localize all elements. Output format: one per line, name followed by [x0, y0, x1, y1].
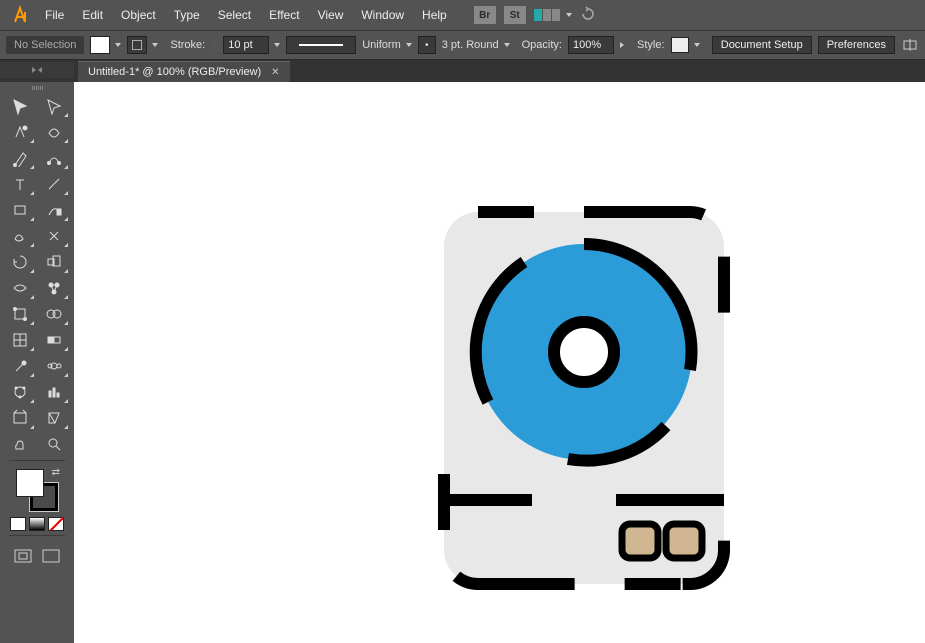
- rectangle-tool[interactable]: [5, 198, 35, 222]
- blend-tool[interactable]: [39, 354, 69, 378]
- menu-object[interactable]: Object: [112, 4, 165, 26]
- pen-tool[interactable]: [5, 146, 35, 170]
- stock-icon[interactable]: St: [504, 6, 526, 24]
- stroke-swatch[interactable]: [127, 36, 158, 54]
- shaper-tool[interactable]: [5, 224, 35, 248]
- menu-help[interactable]: Help: [413, 4, 456, 26]
- column-graph-tool[interactable]: [39, 380, 69, 404]
- style-label: Style:: [637, 39, 665, 51]
- gpu-performance-icon[interactable]: [580, 6, 596, 25]
- arrange-documents-button[interactable]: [534, 9, 572, 21]
- color-mode-gradient[interactable]: [29, 517, 45, 531]
- preferences-button[interactable]: Preferences: [818, 36, 895, 54]
- shape-builder-tool[interactable]: [39, 302, 69, 326]
- scale-tool[interactable]: [39, 250, 69, 274]
- screen-mode-button[interactable]: [40, 548, 62, 564]
- document-tab-bar: Untitled-1* @ 100% (RGB/Preview) ✕: [0, 60, 925, 82]
- fill-swatch[interactable]: [90, 36, 121, 54]
- direct-selection-tool[interactable]: [39, 94, 69, 118]
- magic-wand-tool[interactable]: [5, 120, 35, 144]
- menu-edit[interactable]: Edit: [73, 4, 112, 26]
- selection-tool[interactable]: [5, 94, 35, 118]
- hand-tool[interactable]: [5, 432, 35, 456]
- brush-definition[interactable]: 3 pt. Round: [418, 36, 510, 54]
- lasso-tool[interactable]: [39, 120, 69, 144]
- mesh-tool[interactable]: [5, 328, 35, 352]
- tools-collapse-handle[interactable]: [0, 62, 74, 78]
- variable-width-profile[interactable]: Uniform: [286, 36, 412, 54]
- draw-mode-button[interactable]: [12, 548, 34, 564]
- menu-type[interactable]: Type: [165, 4, 209, 26]
- artboard-tool[interactable]: [5, 406, 35, 430]
- stroke-label: Stroke:: [170, 39, 205, 51]
- document-tab-title: Untitled-1* @ 100% (RGB/Preview): [88, 66, 261, 78]
- document-setup-button[interactable]: Document Setup: [712, 36, 812, 54]
- bridge-icon[interactable]: Br: [474, 6, 496, 24]
- eyedropper-tool[interactable]: [5, 354, 35, 378]
- close-icon[interactable]: ✕: [271, 67, 279, 78]
- width-tool[interactable]: [5, 276, 35, 300]
- gradient-tool[interactable]: [39, 328, 69, 352]
- swap-fill-stroke-icon[interactable]: ⇄: [52, 467, 60, 478]
- opacity-label: Opacity:: [522, 39, 562, 51]
- fill-color-box[interactable]: [16, 469, 44, 497]
- menu-view[interactable]: View: [309, 4, 353, 26]
- tools-panel: ⇄: [0, 82, 74, 643]
- artwork-hard-drive-icon: [434, 202, 734, 594]
- menu-file[interactable]: File: [36, 4, 73, 26]
- graphic-style-swatch[interactable]: [671, 37, 700, 53]
- panel-grip-icon[interactable]: [7, 86, 67, 92]
- selection-status: No Selection: [6, 36, 84, 54]
- curvature-tool[interactable]: [39, 146, 69, 170]
- menu-effect[interactable]: Effect: [260, 4, 308, 26]
- paintbrush-tool[interactable]: [39, 198, 69, 222]
- control-bar: No Selection Stroke: 10 pt Uniform 3 pt.…: [0, 30, 925, 60]
- menu-window[interactable]: Window: [352, 4, 413, 26]
- rotate-tool[interactable]: [5, 250, 35, 274]
- zoom-tool[interactable]: [39, 432, 69, 456]
- color-mode-none[interactable]: [48, 517, 64, 531]
- type-tool[interactable]: [5, 172, 35, 196]
- app-logo-icon: [6, 3, 34, 27]
- color-mode-solid[interactable]: [10, 517, 26, 531]
- symbol-sprayer-tool[interactable]: [5, 380, 35, 404]
- fill-stroke-control[interactable]: ⇄: [16, 469, 58, 511]
- opacity-field[interactable]: 100%: [568, 36, 625, 54]
- puppet-warp-tool[interactable]: [39, 276, 69, 300]
- stroke-weight-field[interactable]: 10 pt: [211, 36, 280, 54]
- scissors-tool[interactable]: [39, 224, 69, 248]
- canvas[interactable]: [74, 82, 925, 643]
- menu-bar: FileEditObjectTypeSelectEffectViewWindow…: [0, 0, 925, 30]
- align-to-button[interactable]: [901, 36, 919, 54]
- line-tool[interactable]: [39, 172, 69, 196]
- document-tab[interactable]: Untitled-1* @ 100% (RGB/Preview) ✕: [78, 61, 290, 82]
- slice-tool[interactable]: [39, 406, 69, 430]
- menu-select[interactable]: Select: [209, 4, 260, 26]
- free-transform-tool[interactable]: [5, 302, 35, 326]
